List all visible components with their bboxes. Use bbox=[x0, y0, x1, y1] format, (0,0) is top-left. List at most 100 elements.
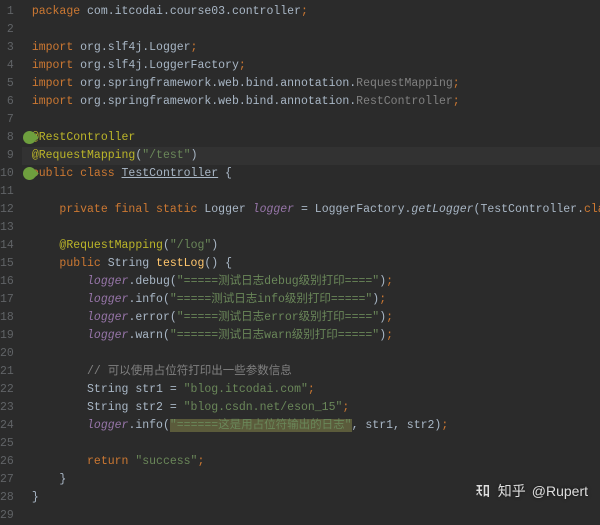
code-token: @RequestMapping bbox=[59, 239, 163, 252]
code-token: RestController bbox=[356, 95, 453, 108]
code-line[interactable]: logger.warn("======测试日志warn级别打印====="); bbox=[32, 327, 600, 345]
code-token: ; bbox=[441, 419, 448, 432]
code-line[interactable]: logger.debug("=====测试日志debug级别打印===="); bbox=[32, 273, 600, 291]
code-token: ; bbox=[239, 59, 246, 72]
code-token: "======这是用占位符输出的日志" bbox=[170, 419, 352, 432]
code-token: import bbox=[32, 59, 80, 72]
code-line[interactable]: logger.error("=====测试日志error级别打印===="); bbox=[32, 309, 600, 327]
line-number: 24 bbox=[0, 417, 14, 435]
line-number: 10 bbox=[0, 165, 14, 183]
code-token: ) bbox=[191, 149, 198, 162]
spring-bean-icon[interactable] bbox=[20, 167, 36, 183]
line-number: 19 bbox=[0, 327, 14, 345]
code-token: import bbox=[32, 77, 80, 90]
code-token: ; bbox=[386, 275, 393, 288]
code-token: testLog bbox=[156, 257, 204, 270]
code-line[interactable] bbox=[32, 435, 600, 453]
code-line[interactable]: logger.info("=====测试日志info级别打印====="); bbox=[32, 291, 600, 309]
code-area[interactable]: package com.itcodai.course03.controller;… bbox=[22, 0, 600, 510]
code-line[interactable]: import org.slf4j.LoggerFactory; bbox=[32, 57, 600, 75]
code-line[interactable]: import org.springframework.web.bind.anno… bbox=[32, 93, 600, 111]
code-token: import bbox=[32, 41, 80, 54]
spring-bean-icon[interactable] bbox=[20, 131, 36, 147]
code-token: logger bbox=[87, 293, 128, 306]
code-token: .debug( bbox=[128, 275, 176, 288]
line-number: 14 bbox=[0, 237, 14, 255]
code-token: ; bbox=[301, 5, 308, 18]
code-token bbox=[32, 419, 87, 432]
code-line[interactable]: @RestController bbox=[32, 129, 600, 147]
code-token: = LoggerFactory. bbox=[294, 203, 411, 216]
watermark-author: @Rupert bbox=[532, 482, 588, 500]
line-number: 9 bbox=[0, 147, 14, 165]
line-number: 13 bbox=[0, 219, 14, 237]
code-token: TestController bbox=[122, 167, 219, 180]
code-token: org.springframework.web.bind.annotation. bbox=[80, 95, 356, 108]
code-token: public bbox=[59, 257, 107, 270]
code-token: String bbox=[108, 257, 156, 270]
code-line[interactable]: String str1 = "blog.itcodai.com"; bbox=[32, 381, 600, 399]
code-token: ( bbox=[163, 239, 170, 252]
line-number: 11 bbox=[0, 183, 14, 201]
code-line[interactable] bbox=[32, 111, 600, 129]
code-token: ) bbox=[211, 239, 218, 252]
code-token: Logger bbox=[204, 203, 252, 216]
code-editor[interactable]: 1234567891011121314151617181920212223242… bbox=[0, 0, 600, 510]
code-line[interactable]: // 可以使用占位符打印出一些参数信息 bbox=[32, 363, 600, 381]
code-token: ; bbox=[453, 95, 460, 108]
line-number: 2 bbox=[0, 21, 14, 39]
line-number: 3 bbox=[0, 39, 14, 57]
code-token: org.springframework.web.bind.annotation. bbox=[80, 77, 356, 90]
line-number: 21 bbox=[0, 363, 14, 381]
code-token: logger bbox=[253, 203, 294, 216]
code-token bbox=[32, 257, 60, 270]
code-token: logger bbox=[87, 329, 128, 342]
code-line[interactable] bbox=[32, 183, 600, 201]
code-token: @RequestMapping bbox=[32, 149, 136, 162]
code-token: "=====测试日志debug级别打印====" bbox=[177, 275, 379, 288]
line-number: 6 bbox=[0, 93, 14, 111]
code-token: .error( bbox=[128, 311, 176, 324]
code-token: "=====测试日志error级别打印====" bbox=[177, 311, 379, 324]
code-token: org.slf4j.LoggerFactory bbox=[80, 59, 239, 72]
code-token: return bbox=[87, 455, 135, 468]
code-line[interactable]: public String testLog() { bbox=[32, 255, 600, 273]
code-line[interactable]: import org.springframework.web.bind.anno… bbox=[32, 75, 600, 93]
code-line[interactable]: package com.itcodai.course03.controller; bbox=[32, 3, 600, 21]
code-token: ; bbox=[342, 401, 349, 414]
code-token: class bbox=[584, 203, 600, 216]
code-line[interactable]: import org.slf4j.Logger; bbox=[32, 39, 600, 57]
code-line[interactable]: return "success"; bbox=[32, 453, 600, 471]
code-line[interactable] bbox=[32, 219, 600, 237]
code-token: ; bbox=[386, 329, 393, 342]
code-token: ; bbox=[379, 293, 386, 306]
code-token: () { bbox=[204, 257, 232, 270]
code-token bbox=[32, 383, 87, 396]
code-line[interactable]: String str2 = "blog.csdn.net/eson_15"; bbox=[32, 399, 600, 417]
code-line[interactable]: @RequestMapping("/log") bbox=[32, 237, 600, 255]
code-token: } bbox=[32, 491, 39, 504]
code-token bbox=[32, 239, 60, 252]
line-number: 7 bbox=[0, 111, 14, 129]
line-number-gutter: 1234567891011121314151617181920212223242… bbox=[0, 0, 22, 510]
code-line[interactable] bbox=[32, 21, 600, 39]
line-number: 20 bbox=[0, 345, 14, 363]
line-number: 12 bbox=[0, 201, 14, 219]
code-line[interactable]: @RequestMapping("/test") bbox=[22, 147, 600, 165]
code-token: @RestController bbox=[32, 131, 136, 144]
code-line[interactable] bbox=[32, 345, 600, 363]
line-number: 28 bbox=[0, 489, 14, 507]
code-token: .warn( bbox=[128, 329, 169, 342]
code-line[interactable]: logger.info("======这是用占位符输出的日志", str1, s… bbox=[32, 417, 600, 435]
code-token: // 可以使用占位符打印出一些参数信息 bbox=[87, 365, 292, 378]
code-token: private final static bbox=[59, 203, 204, 216]
code-token: } bbox=[32, 473, 67, 486]
line-number: 15 bbox=[0, 255, 14, 273]
line-number: 1 bbox=[0, 3, 14, 21]
code-line[interactable]: public class TestController { bbox=[32, 165, 600, 183]
code-token bbox=[32, 365, 87, 378]
code-token bbox=[32, 293, 87, 306]
code-token: , str1, str2) bbox=[352, 419, 442, 432]
code-line[interactable]: private final static Logger logger = Log… bbox=[32, 201, 600, 219]
code-token: ; bbox=[308, 383, 315, 396]
